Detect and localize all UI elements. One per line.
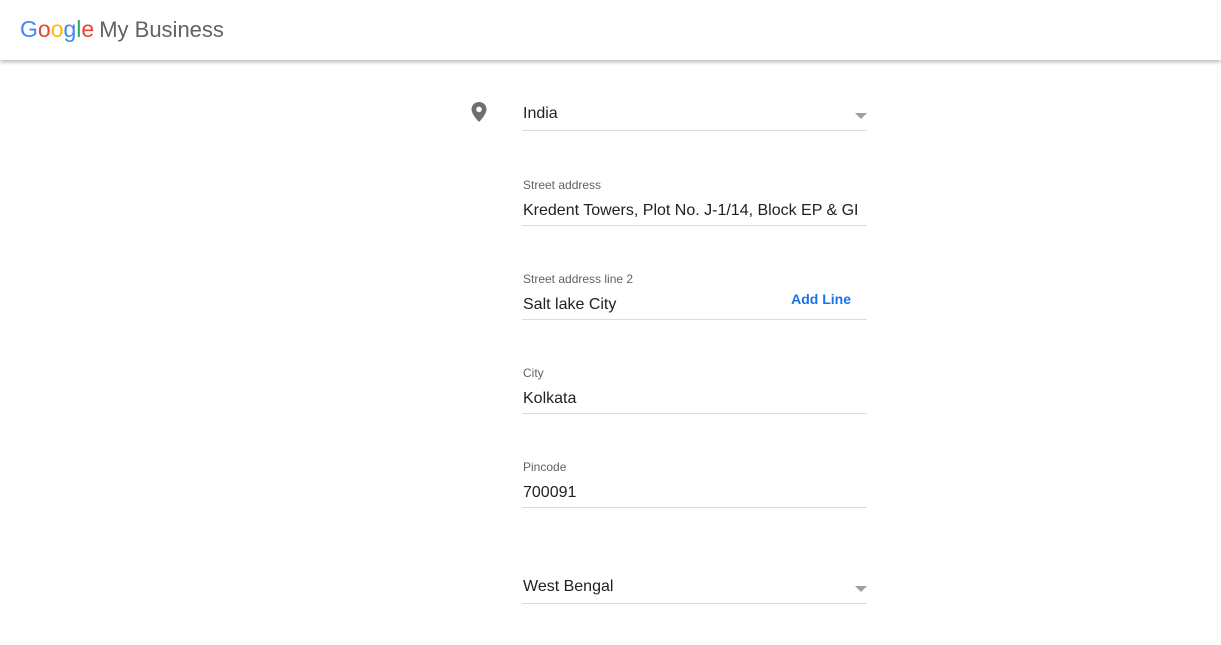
state-value: West Bengal <box>523 578 614 595</box>
street-address-line-2-label: Street address line 2 <box>523 272 634 286</box>
chevron-down-icon <box>855 586 867 592</box>
street-address-label: Street address <box>523 178 602 192</box>
country-value: India <box>523 105 558 122</box>
chevron-down-icon <box>855 113 867 119</box>
country-select[interactable]: India <box>522 100 867 131</box>
city-label: City <box>523 366 544 380</box>
logo-letter: o <box>50 16 64 42</box>
street-address-input[interactable]: Kredent Towers, Plot No. J-1/14, Block E… <box>523 202 857 220</box>
add-line-button[interactable]: Add Line <box>791 291 851 307</box>
city-input[interactable]: Kolkata <box>523 390 863 408</box>
street-address-line-2-input[interactable]: Salt lake City <box>523 296 783 314</box>
city-field[interactable]: City Kolkata <box>522 364 867 414</box>
logo-letter: G <box>20 16 38 42</box>
logo-product-name: My Business <box>99 17 224 42</box>
location-pin-icon <box>470 101 488 123</box>
pincode-field[interactable]: Pincode 700091 <box>522 458 867 508</box>
pincode-label: Pincode <box>523 460 567 474</box>
state-select[interactable]: West Bengal <box>522 573 867 604</box>
logo-letter: o <box>37 16 51 42</box>
logo-letter: e <box>81 16 95 42</box>
pincode-input[interactable]: 700091 <box>523 484 863 502</box>
street-address-field[interactable]: Street address Kredent Towers, Plot No. … <box>522 176 867 226</box>
app-header: Google My Business <box>0 0 1221 60</box>
google-my-business-logo[interactable]: Google My Business <box>20 14 224 45</box>
street-address-line-2-field[interactable]: Street address line 2 Salt lake City Add… <box>522 270 867 320</box>
logo-letter: g <box>63 16 77 42</box>
